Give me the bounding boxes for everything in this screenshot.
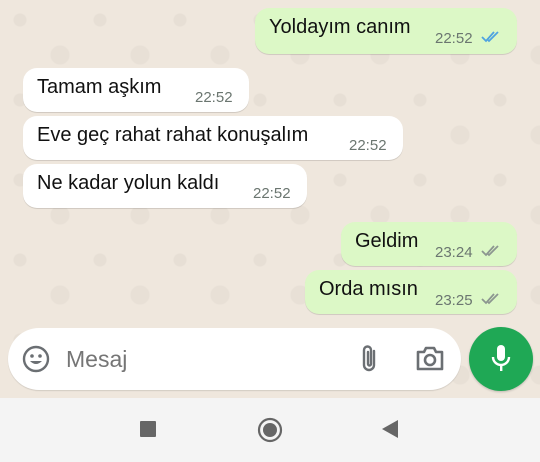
message-bubble-incoming[interactable]: Eve geç rahat rahat konuşalım 22:52 bbox=[23, 116, 403, 160]
delivered-ticks-icon bbox=[481, 293, 499, 305]
camera-icon[interactable] bbox=[415, 345, 445, 372]
message-text: Tamam aşkım bbox=[37, 76, 162, 98]
message-time: 22:52 bbox=[253, 185, 291, 202]
message-time: 23:24 bbox=[435, 244, 473, 261]
read-ticks-icon bbox=[481, 31, 499, 43]
message-input[interactable] bbox=[64, 341, 338, 377]
message-bubble-outgoing[interactable]: Geldim 23:24 bbox=[341, 222, 517, 266]
voice-record-button[interactable] bbox=[469, 327, 533, 391]
chat-area[interactable]: Yoldayım canım 22:52 Tamam aşkım 22:52 E… bbox=[0, 0, 540, 398]
message-time: 22:52 bbox=[435, 30, 473, 47]
home-circle-icon[interactable] bbox=[257, 417, 283, 443]
mic-icon bbox=[491, 345, 511, 371]
message-time: 22:52 bbox=[349, 137, 387, 154]
back-triangle-icon[interactable] bbox=[381, 419, 399, 439]
message-text: Ne kadar yolun kaldı bbox=[37, 172, 220, 194]
message-text: Eve geç rahat rahat konuşalım bbox=[37, 124, 309, 146]
message-bubble-outgoing[interactable]: Orda mısın 23:25 bbox=[305, 270, 517, 314]
attach-icon[interactable] bbox=[358, 343, 380, 375]
message-time: 22:52 bbox=[195, 89, 233, 106]
message-bubble-incoming[interactable]: Ne kadar yolun kaldı 22:52 bbox=[23, 164, 307, 208]
message-composer[interactable] bbox=[8, 328, 461, 390]
message-text: Yoldayım canım bbox=[269, 16, 411, 38]
delivered-ticks-icon bbox=[481, 245, 499, 257]
message-bubble-outgoing[interactable]: Yoldayım canım 22:52 bbox=[255, 8, 517, 54]
message-bubble-incoming[interactable]: Tamam aşkım 22:52 bbox=[23, 68, 249, 112]
system-nav-bar bbox=[0, 398, 540, 462]
message-text: Orda mısın bbox=[319, 278, 418, 300]
recents-square-icon[interactable] bbox=[140, 421, 156, 437]
message-time: 23:25 bbox=[435, 292, 473, 309]
emoji-icon[interactable] bbox=[22, 345, 50, 373]
message-text: Geldim bbox=[355, 230, 419, 252]
